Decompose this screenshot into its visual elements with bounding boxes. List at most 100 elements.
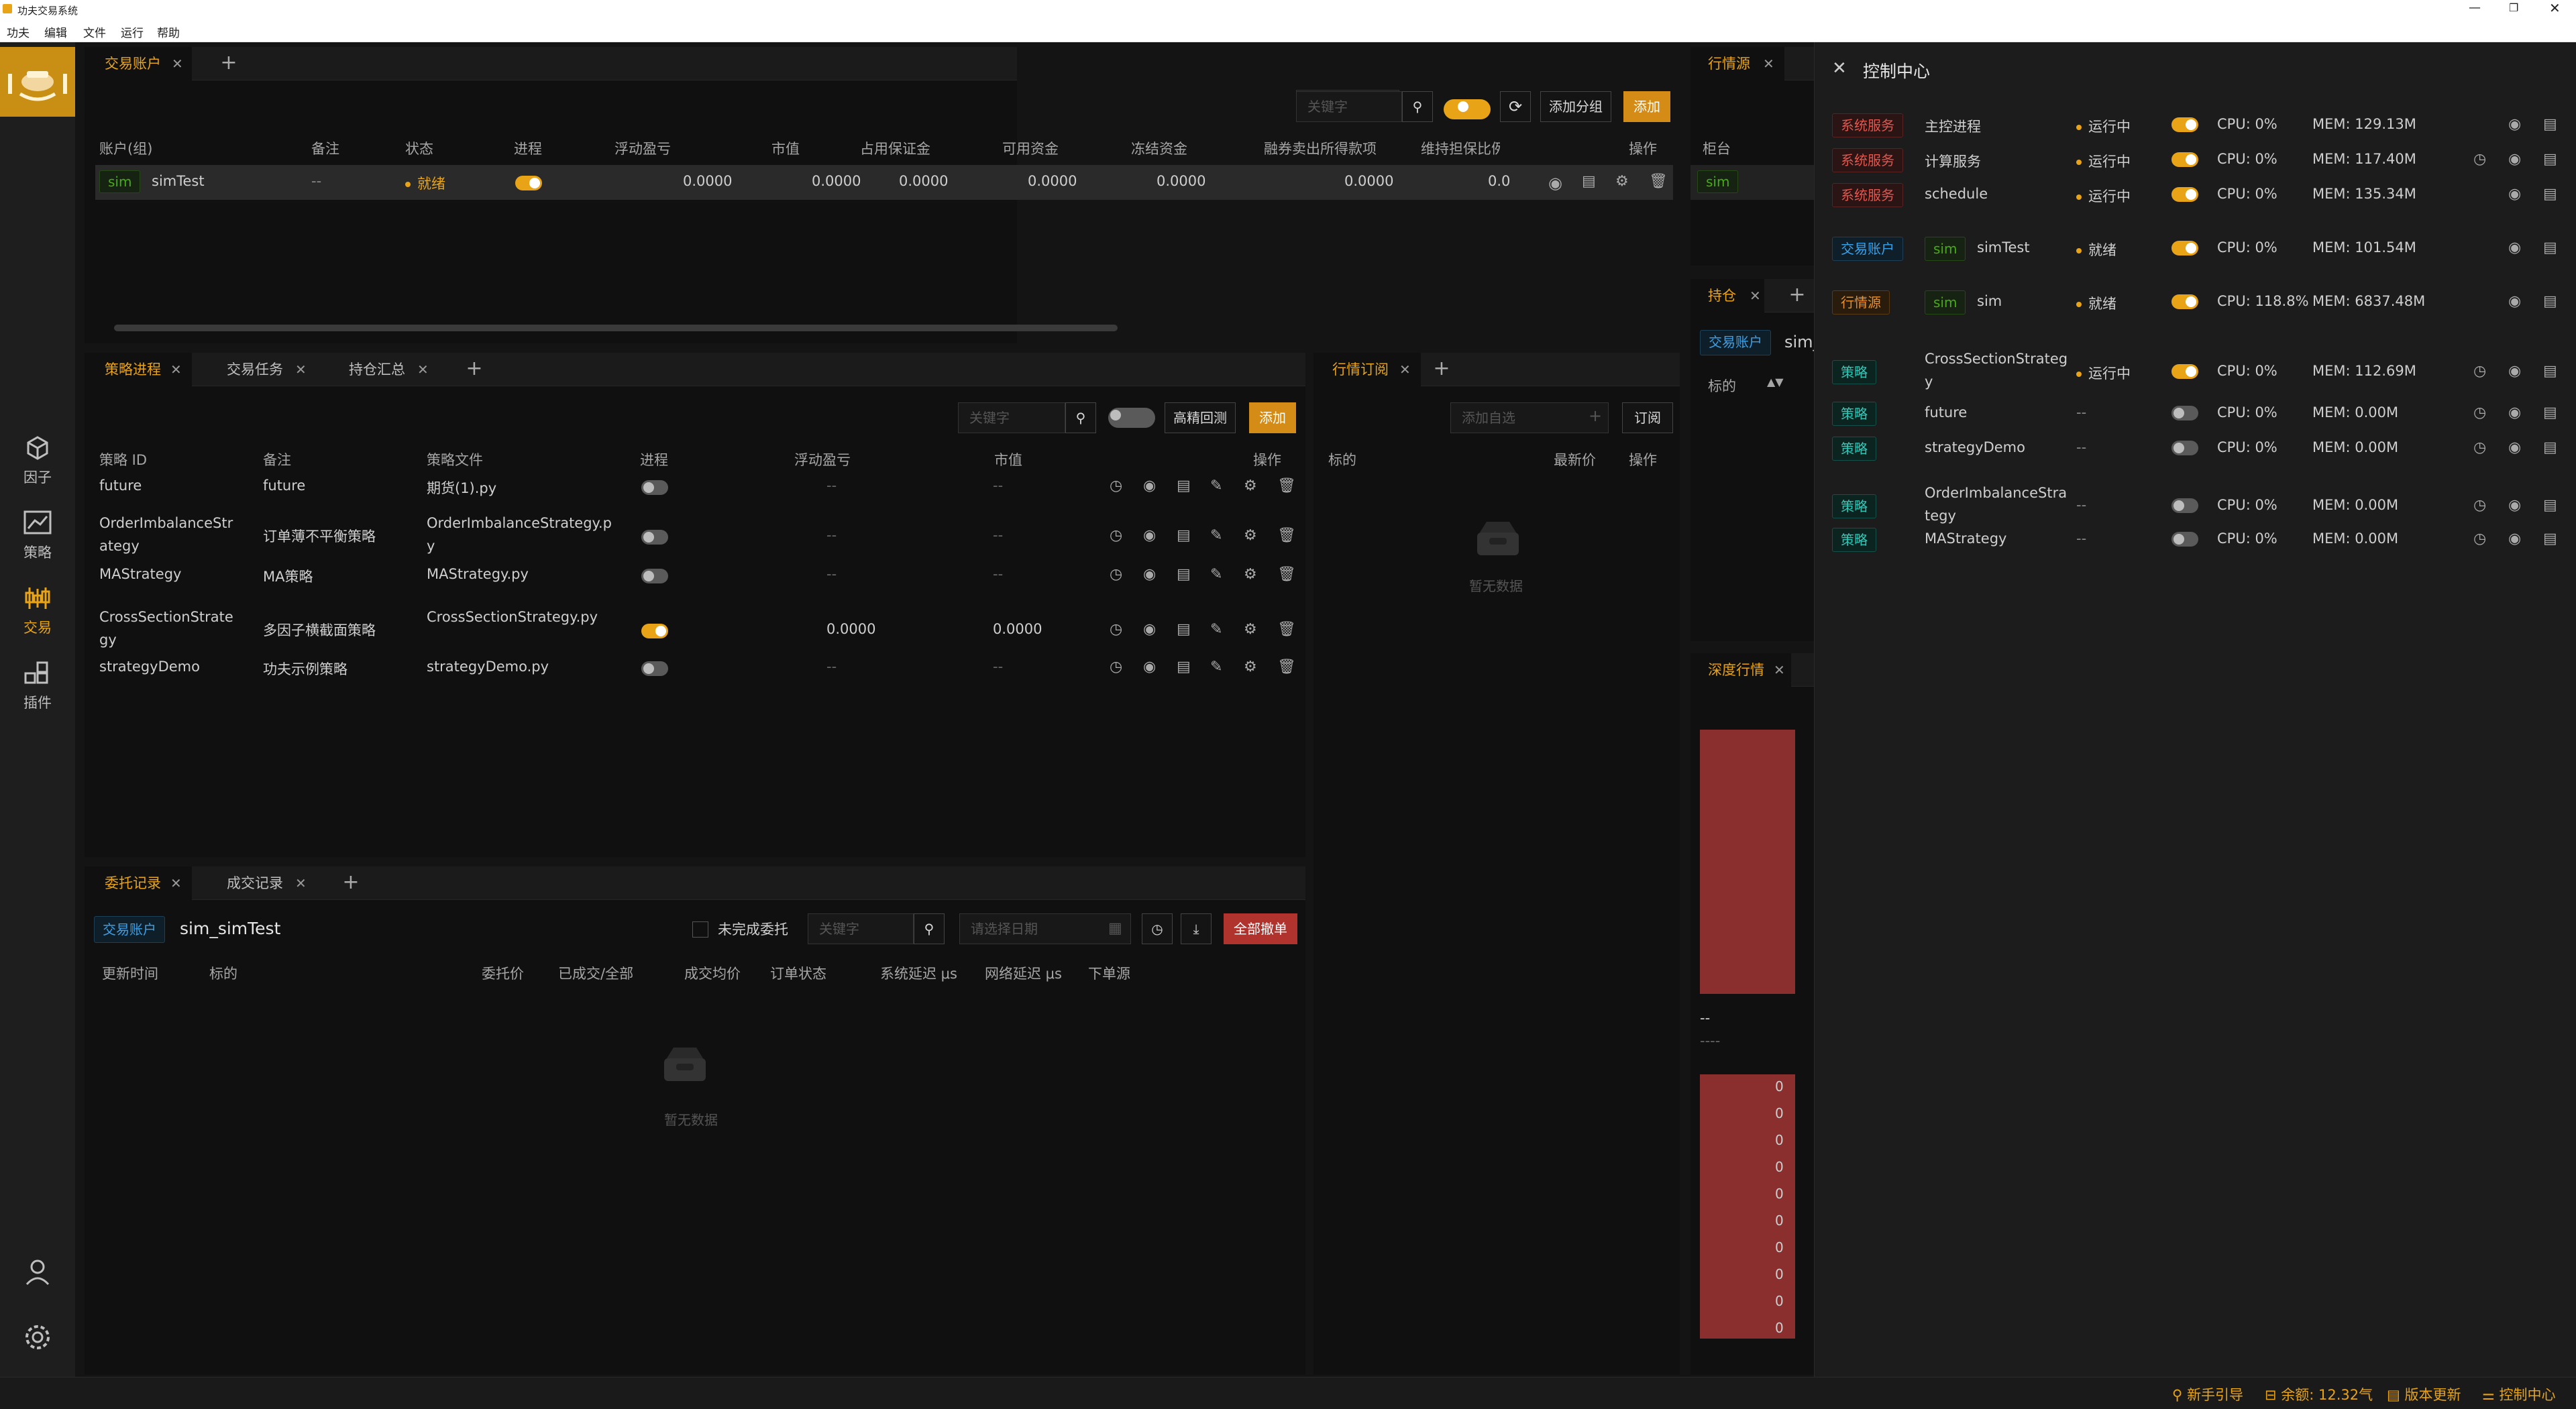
edit-icon[interactable]: ✎: [1210, 621, 1228, 638]
gear-icon[interactable]: ⚙: [1244, 659, 1261, 676]
col-float-pnl[interactable]: 浮动盈亏: [614, 138, 671, 158]
strategy-process-toggle[interactable]: [641, 624, 668, 638]
edit-icon[interactable]: ✎: [1210, 527, 1228, 545]
trash-icon[interactable]: 🗑: [1277, 659, 1296, 676]
close-tab-icon[interactable]: ✕: [295, 353, 307, 386]
version-update-link[interactable]: ▤ 版本更新: [2387, 1384, 2461, 1404]
col-margin[interactable]: 占用保证金: [860, 138, 930, 158]
date-picker-input[interactable]: 请选择日期: [959, 913, 1131, 944]
history-icon[interactable]: ◷: [1110, 621, 1127, 638]
history-icon[interactable]: ◷: [2473, 530, 2491, 548]
plus-icon[interactable]: +: [1589, 406, 1602, 425]
add-strategy-button[interactable]: 添加: [1249, 402, 1296, 433]
close-window-icon[interactable]: ✕: [2549, 0, 2561, 16]
document-icon[interactable]: ▤: [2543, 497, 2561, 514]
history-icon[interactable]: ◷: [1110, 527, 1127, 545]
add-group-button[interactable]: 添加分组: [1540, 91, 1611, 122]
history-icon[interactable]: ◷: [1142, 913, 1173, 944]
edit-icon[interactable]: ✎: [1210, 659, 1228, 676]
document-icon[interactable]: ▤: [2543, 530, 2561, 548]
document-icon[interactable]: ▤: [2543, 404, 2561, 422]
app-logo[interactable]: [0, 47, 75, 117]
history-icon[interactable]: ◷: [2473, 151, 2491, 168]
process-toggle[interactable]: [2171, 117, 2198, 132]
strategy-process-toggle[interactable]: [641, 480, 668, 495]
accounts-horizontal-scrollbar[interactable]: [114, 325, 1118, 331]
col-order-source[interactable]: 下单源: [1088, 963, 1130, 983]
document-icon[interactable]: ▤: [1582, 173, 1599, 190]
account-process-toggle[interactable]: [515, 176, 542, 190]
tab-trades[interactable]: 成交记录 ✕: [207, 866, 321, 900]
download-icon[interactable]: ⤓: [1181, 913, 1212, 944]
process-toggle[interactable]: [2171, 441, 2198, 455]
eye-icon[interactable]: ◉: [1143, 566, 1161, 583]
close-tab-icon[interactable]: ✕: [1750, 279, 1761, 313]
strategy-master-toggle[interactable]: [1108, 408, 1155, 428]
col-system-latency[interactable]: 系统延迟 μs: [880, 963, 957, 983]
process-toggle[interactable]: [2171, 498, 2198, 513]
document-icon[interactable]: ▤: [2543, 439, 2561, 457]
trash-icon[interactable]: 🗑: [1277, 477, 1296, 495]
col-frozen[interactable]: 冻结资金: [1131, 138, 1187, 158]
tab-market-sub[interactable]: 行情订阅 ✕: [1313, 353, 1421, 386]
close-drawer-icon[interactable]: ✕: [1832, 58, 1847, 78]
trash-icon[interactable]: 🗑: [1649, 173, 1668, 190]
col-available[interactable]: 可用资金: [1002, 138, 1059, 158]
eye-icon[interactable]: ◉: [1548, 174, 1566, 192]
history-icon[interactable]: ◷: [2473, 404, 2491, 422]
control-center-link[interactable]: ⚌ 控制中心: [2482, 1384, 2556, 1404]
close-tab-icon[interactable]: ✕: [170, 866, 182, 900]
strategy-process-toggle[interactable]: [641, 530, 668, 545]
gear-icon[interactable]: ⚙: [1615, 173, 1633, 190]
eye-icon[interactable]: ◉: [1143, 477, 1161, 495]
eye-icon[interactable]: ◉: [1143, 527, 1161, 545]
col-symbol[interactable]: 标的: [1708, 376, 1736, 396]
add-watchlist-input[interactable]: 添加自选: [1450, 402, 1609, 433]
trash-icon[interactable]: 🗑: [1277, 527, 1296, 545]
gear-icon[interactable]: ⚙: [1244, 621, 1261, 638]
tab-depth[interactable]: 深度行情 ✕: [1690, 653, 1791, 687]
eye-icon[interactable]: ◉: [2508, 497, 2526, 514]
history-icon[interactable]: ◷: [1110, 566, 1127, 583]
history-icon[interactable]: ◷: [1110, 659, 1127, 676]
eye-icon[interactable]: ◉: [1143, 659, 1161, 676]
history-icon[interactable]: ◷: [2473, 439, 2491, 457]
eye-icon[interactable]: ◉: [2508, 293, 2526, 311]
document-icon[interactable]: ▤: [2543, 293, 2561, 311]
nav-trade[interactable]: 交易: [0, 585, 75, 637]
col-update-time[interactable]: 更新时间: [102, 963, 158, 983]
cancel-all-button[interactable]: 全部撤单: [1224, 913, 1297, 944]
strategy-process-toggle[interactable]: [641, 569, 668, 583]
subscribe-button[interactable]: 订阅: [1622, 402, 1673, 433]
history-icon[interactable]: ◷: [1110, 477, 1127, 495]
gear-icon[interactable]: ⚙: [1244, 566, 1261, 583]
eye-icon[interactable]: ◉: [2508, 239, 2526, 257]
trash-icon[interactable]: 🗑: [1277, 621, 1296, 638]
tab-md-source[interactable]: 行情源 ✕: [1690, 47, 1784, 80]
guide-link[interactable]: ⚲ 新手引导: [2172, 1384, 2243, 1404]
eye-icon[interactable]: ◉: [2508, 404, 2526, 422]
col-avg-price[interactable]: 成交均价: [684, 963, 741, 983]
accounts-master-toggle[interactable]: [1444, 99, 1491, 119]
col-market-value[interactable]: 市值: [771, 138, 800, 158]
add-tab-icon[interactable]: +: [1780, 279, 1814, 313]
col-short-proceeds[interactable]: 融券卖出所得款项: [1264, 138, 1377, 158]
close-tab-icon[interactable]: ✕: [170, 353, 182, 386]
eye-icon[interactable]: ◉: [2508, 116, 2526, 133]
minimize-icon[interactable]: —: [2469, 1, 2481, 15]
sort-icon[interactable]: ▲▼: [1767, 376, 1784, 388]
add-account-button[interactable]: 添加: [1623, 91, 1670, 122]
document-icon[interactable]: ▤: [2543, 363, 2561, 380]
col-network-latency[interactable]: 网络延迟 μs: [985, 963, 1062, 983]
user-icon[interactable]: [23, 1257, 52, 1290]
balance-link[interactable]: ⊟ 余额: 12.32气: [2265, 1384, 2373, 1404]
edit-icon[interactable]: ✎: [1210, 566, 1228, 583]
add-tab-icon[interactable]: +: [458, 353, 491, 386]
eye-icon[interactable]: ◉: [2508, 186, 2526, 203]
menu-run[interactable]: 运行: [121, 23, 144, 40]
gear-icon[interactable]: ⚙: [1244, 477, 1261, 495]
eye-icon[interactable]: ◉: [1143, 621, 1161, 638]
document-icon[interactable]: ▤: [1177, 621, 1194, 638]
process-toggle[interactable]: [2171, 532, 2198, 547]
eye-icon[interactable]: ◉: [2508, 363, 2526, 380]
